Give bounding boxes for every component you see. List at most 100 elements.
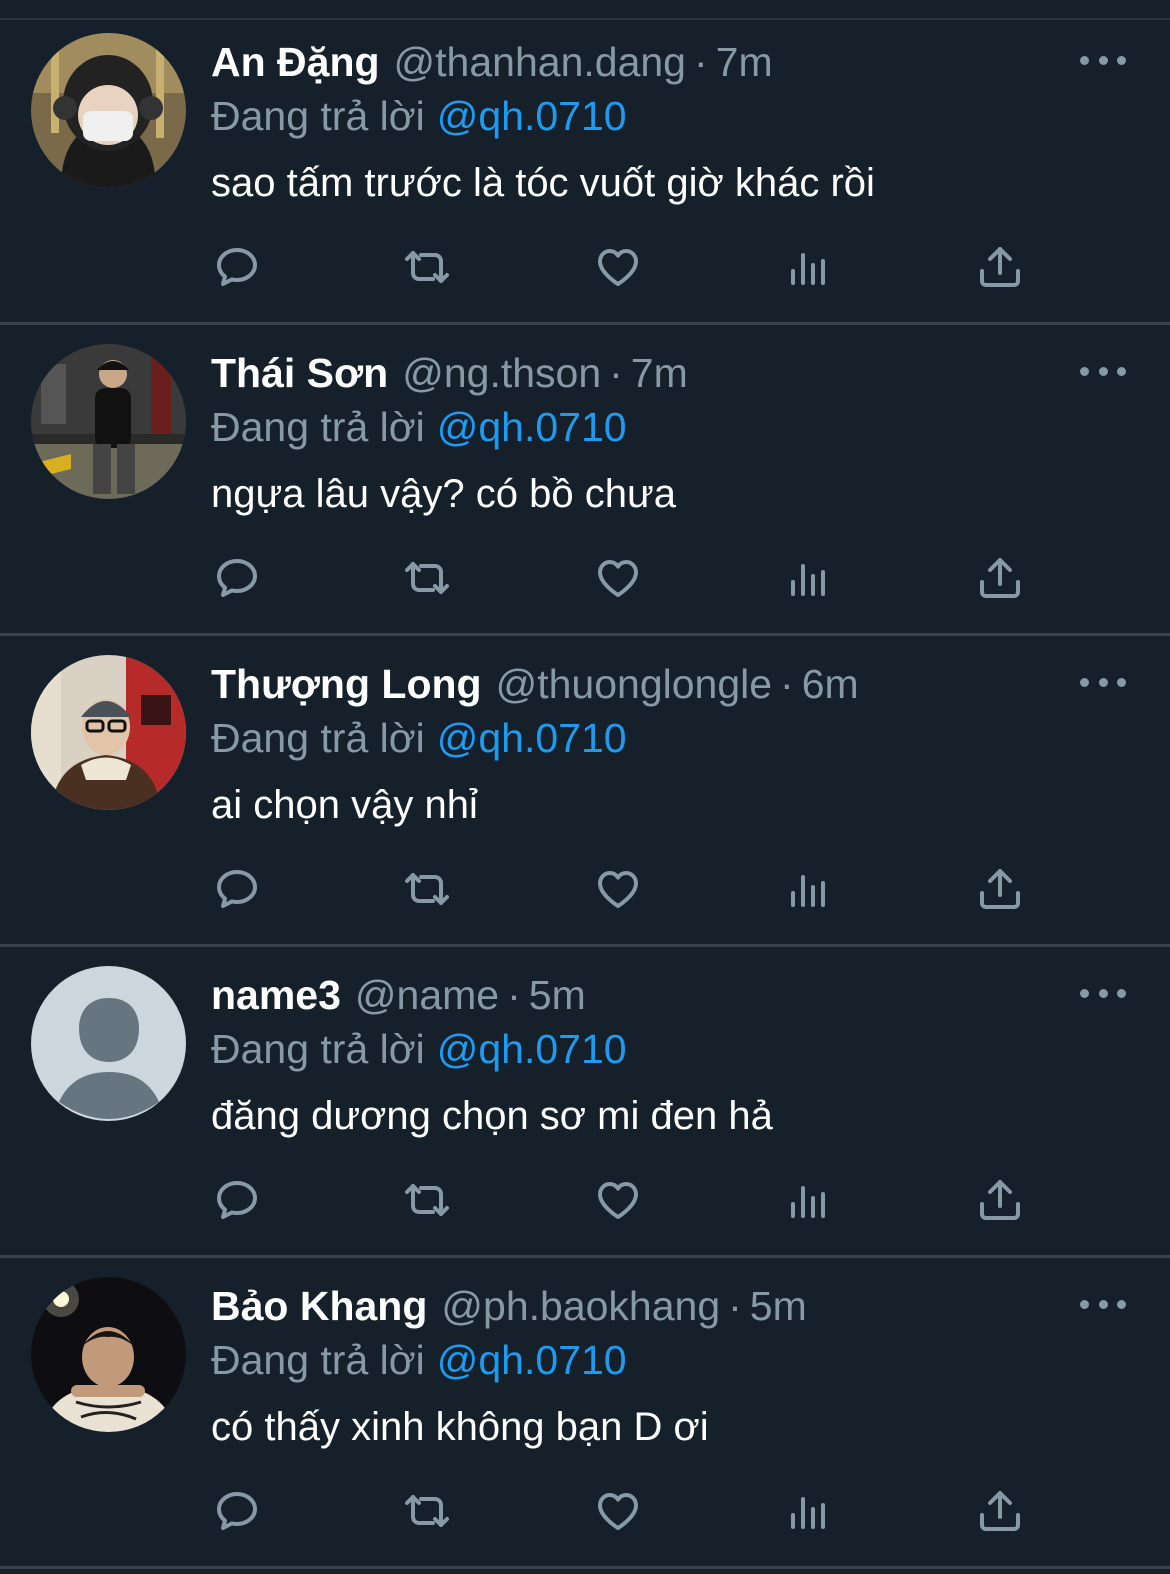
reply-icon <box>217 1492 257 1530</box>
timestamp[interactable]: 7m <box>631 350 688 396</box>
reply-icon <box>217 870 257 908</box>
views-button[interactable] <box>782 1486 836 1536</box>
retweet-button[interactable] <box>400 242 454 292</box>
reply-target-link[interactable]: @qh.0710 <box>437 404 627 450</box>
share-icon <box>980 247 1020 287</box>
like-icon <box>598 871 638 908</box>
more-icon[interactable] <box>1080 359 1126 383</box>
user-handle[interactable]: @name <box>355 972 499 1018</box>
share-icon <box>980 869 1020 909</box>
reply-button[interactable] <box>210 242 264 292</box>
reply-context: Đang trả lời @qh.0710 <box>211 1332 627 1388</box>
like-icon <box>598 1493 638 1530</box>
views-button[interactable] <box>782 864 836 914</box>
tweet-text: đăng dương chọn sơ mi đen hả <box>211 1094 773 1138</box>
tweet-text: ngựa lâu vậy? có bồ chưa <box>211 472 676 516</box>
timestamp[interactable]: 5m <box>529 972 586 1018</box>
action-bar <box>0 1486 1170 1536</box>
retweet-icon <box>405 1184 449 1216</box>
views-icon <box>791 564 825 596</box>
action-bar <box>0 864 1170 914</box>
user-handle[interactable]: @thanhan.dang <box>394 39 686 85</box>
retweet-button[interactable] <box>400 864 454 914</box>
reply-target-link[interactable]: @qh.0710 <box>437 93 627 139</box>
separator-dot: · <box>693 39 708 85</box>
reply-label: Đang trả lời <box>211 715 425 761</box>
retweet-icon <box>405 1495 449 1527</box>
share-button[interactable] <box>973 553 1027 603</box>
views-icon <box>791 253 825 285</box>
reply-button[interactable] <box>210 864 264 914</box>
timestamp[interactable]: 5m <box>750 1283 807 1329</box>
reply-button[interactable] <box>210 553 264 603</box>
more-icon[interactable] <box>1080 670 1126 694</box>
reply-button[interactable] <box>210 1486 264 1536</box>
avatar[interactable] <box>31 1277 186 1432</box>
more-icon[interactable] <box>1080 981 1126 1005</box>
tweet-reply[interactable]: Thái Sơn @ng.thson · 7m Đang trả lời @qh.071… <box>0 325 1170 636</box>
views-button[interactable] <box>782 242 836 292</box>
tweet-text: có thấy xinh không bạn D ơi <box>211 1405 709 1449</box>
reply-context: Đang trả lời @qh.0710 <box>211 710 627 766</box>
tweet-reply[interactable]: An Đặng @thanhan.dang · 7m Đang trả lời @qh.… <box>0 14 1170 325</box>
reply-target-link[interactable]: @qh.0710 <box>437 715 627 761</box>
avatar[interactable] <box>31 655 186 810</box>
tweet-header: An Đặng @thanhan.dang · 7m <box>211 34 773 90</box>
like-icon <box>598 1182 638 1219</box>
tweet-text: sao tấm trước là tóc vuốt giờ khác rồi <box>211 161 875 205</box>
timestamp[interactable]: 7m <box>716 39 773 85</box>
avatar[interactable] <box>31 966 186 1121</box>
tweet-reply[interactable]: Bảo Khang @ph.baokhang · 5m Đang trả lời @qh… <box>0 1258 1170 1569</box>
like-button[interactable] <box>591 242 645 292</box>
reply-label: Đang trả lời <box>211 1026 425 1072</box>
display-name[interactable]: Bảo Khang <box>211 1283 427 1329</box>
reply-context: Đang trả lời @qh.0710 <box>211 88 627 144</box>
reply-button[interactable] <box>210 1175 264 1225</box>
user-handle[interactable]: @ph.baokhang <box>441 1283 720 1329</box>
separator-dot: · <box>728 1283 742 1329</box>
display-name[interactable]: An Đặng <box>211 39 380 85</box>
reply-target-link[interactable]: @qh.0710 <box>437 1337 627 1383</box>
share-button[interactable] <box>973 1486 1027 1536</box>
tweet-reply[interactable]: name3 @name · 5m Đang trả lời @qh.0710 đăng … <box>0 947 1170 1258</box>
tweet-reply[interactable]: Thượng Long @thuonglongle · 6m Đang trả lời… <box>0 636 1170 947</box>
user-handle[interactable]: @thuonglongle <box>496 661 772 707</box>
separator-dot: · <box>780 661 794 707</box>
timestamp[interactable]: 6m <box>802 661 859 707</box>
views-button[interactable] <box>782 1175 836 1225</box>
more-icon[interactable] <box>1080 48 1126 72</box>
action-bar <box>0 242 1170 292</box>
retweet-button[interactable] <box>400 1486 454 1536</box>
reply-label: Đang trả lời <box>211 1337 425 1383</box>
share-button[interactable] <box>973 864 1027 914</box>
tweet-header: Bảo Khang @ph.baokhang · 5m <box>211 1278 807 1334</box>
reply-icon <box>217 559 257 597</box>
user-handle[interactable]: @ng.thson <box>402 350 601 396</box>
more-icon[interactable] <box>1080 1292 1126 1316</box>
avatar[interactable] <box>31 33 186 188</box>
like-button[interactable] <box>591 864 645 914</box>
share-button[interactable] <box>973 242 1027 292</box>
display-name[interactable]: Thượng Long <box>211 661 482 707</box>
reply-label: Đang trả lời <box>211 404 425 450</box>
share-button[interactable] <box>973 1175 1027 1225</box>
retweet-icon <box>405 562 449 594</box>
like-button[interactable] <box>591 1486 645 1536</box>
like-icon <box>598 560 638 597</box>
display-name[interactable]: Thái Sơn <box>211 350 388 396</box>
tweet-header: name3 @name · 5m <box>211 967 586 1023</box>
retweet-button[interactable] <box>400 1175 454 1225</box>
like-button[interactable] <box>591 553 645 603</box>
tweet-header: Thái Sơn @ng.thson · 7m <box>211 345 688 401</box>
views-button[interactable] <box>782 553 836 603</box>
retweet-icon <box>405 251 449 283</box>
views-icon <box>791 1497 825 1529</box>
views-icon <box>791 875 825 907</box>
reply-target-link[interactable]: @qh.0710 <box>437 1026 627 1072</box>
action-bar <box>0 1175 1170 1225</box>
avatar[interactable] <box>31 344 186 499</box>
retweet-button[interactable] <box>400 553 454 603</box>
like-icon <box>598 249 638 286</box>
like-button[interactable] <box>591 1175 645 1225</box>
display-name[interactable]: name3 <box>211 972 341 1018</box>
